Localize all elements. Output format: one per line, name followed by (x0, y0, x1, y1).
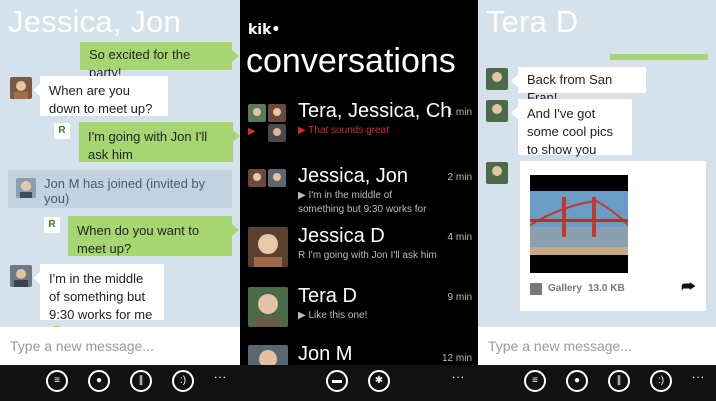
avatar[interactable] (486, 68, 508, 90)
conversation-item[interactable]: ▶ Tera, Jessica, Ch 1 min ▶ That sounds … (248, 100, 478, 160)
app-bar: ▬ ✱ ... (240, 365, 478, 401)
message-input[interactable]: Type a new message... (478, 327, 716, 365)
message-bubble-received[interactable]: And I've got some cool pics to show you … (511, 99, 632, 175)
avatar[interactable] (10, 77, 32, 99)
chat-title: Tera D (486, 4, 579, 39)
conversation-preview-text: I'm in the middle of something but 9:30 … (298, 190, 427, 215)
conversation-name: Jon M (298, 343, 353, 365)
smileys-button[interactable]: ≡ (46, 370, 68, 392)
message-bubble-sent[interactable]: When do you want to meet up? (68, 216, 239, 256)
share-icon[interactable]: ⮫ (681, 279, 696, 297)
image-attachment[interactable]: Gallery 13.0 KB ⮫ (520, 161, 706, 311)
chat-panel-tera-d: Tera D Back from San Fran! And I've got … (478, 0, 716, 401)
message-bubble-sent[interactable]: So excited for the party! (80, 42, 239, 80)
avatar[interactable] (10, 265, 32, 287)
attachment-label: Gallery (548, 283, 582, 294)
conversation-preview-text: That sounds great (308, 125, 389, 136)
avatar[interactable] (486, 162, 508, 184)
conversation-time: 1 min (447, 107, 472, 118)
message-bubble-received[interactable]: I'm in the middle of something but 9:30 … (33, 264, 164, 340)
conversation-preview: ▶ I'm in the middle of something but 9:3… (298, 190, 427, 215)
avatar (248, 287, 288, 327)
conversation-time: 12 min (441, 353, 472, 364)
alert-icon: ▶ (248, 126, 256, 137)
conversation-preview: R I'm going with Jon I'll ask him (298, 250, 437, 261)
new-chat-button[interactable]: ▬ (326, 370, 348, 392)
system-message: Jon M has joined (invited by you) (8, 170, 232, 208)
avatar[interactable] (486, 100, 508, 122)
avatar (248, 104, 266, 122)
conversation-name: Jessica, Jon (298, 165, 409, 187)
contacts-button[interactable]: ● (88, 370, 110, 392)
attach-button[interactable]: ∥ (608, 370, 630, 392)
chat-panel-jessica-jon: Jessica, Jon So excited for the party! W… (0, 0, 240, 401)
conversation-name: Tera D (298, 285, 357, 307)
emoji-button[interactable]: :) (172, 370, 194, 392)
conversation-time: 4 min (447, 232, 472, 243)
chat-title: Jessica, Jon (8, 4, 181, 39)
app-bar: ≡ ● ∥ :) ... (0, 365, 240, 401)
brand-logo: kik• (248, 22, 281, 38)
more-menu-icon[interactable]: ... (214, 367, 227, 381)
avatar (248, 227, 288, 267)
conversation-item[interactable]: Tera D 9 min ▶ Like this one! (248, 285, 478, 345)
attachment-size: 13.0 KB (588, 283, 625, 294)
read-receipt-icon: R (44, 217, 60, 233)
conversation-preview-text: Like this one! (308, 310, 368, 321)
gallery-icon (530, 283, 542, 295)
conversation-preview: ▶ Like this one! (298, 310, 368, 321)
attach-button[interactable]: ∥ (130, 370, 152, 392)
conversations-panel: kik• conversations ▶ Tera, Jessica, Ch 1… (240, 0, 478, 401)
conversation-time: 2 min (447, 172, 472, 183)
contacts-button[interactable]: ● (566, 370, 588, 392)
conversation-name: Tera, Jessica, Ch (298, 100, 452, 122)
emoji-button[interactable]: :) (650, 370, 672, 392)
settings-button[interactable]: ✱ (368, 370, 390, 392)
app-bar: ≡ ● ∥ :) ... (478, 365, 716, 401)
photo-thumbnail[interactable] (529, 175, 629, 273)
message-input[interactable]: Type a new message... (0, 327, 240, 365)
smileys-button[interactable]: ≡ (524, 370, 546, 392)
system-message-text: Jon M has joined (invited by you) (44, 176, 206, 206)
conversation-name: Jessica D (298, 225, 385, 247)
avatar (268, 104, 286, 122)
conversation-preview-text: I'm going with Jon I'll ask him (308, 250, 437, 261)
avatar (268, 169, 286, 187)
sent-bubble-edge (610, 54, 708, 60)
more-menu-icon[interactable]: ... (692, 367, 705, 381)
conversation-preview: ▶ That sounds great (298, 125, 389, 136)
avatar (248, 169, 266, 187)
message-bubble-sent[interactable]: I'm going with Jon I'll ask him (79, 122, 240, 162)
page-title: conversations (246, 42, 456, 80)
avatar (16, 178, 36, 198)
conversation-item[interactable]: Jessica, Jon 2 min ▶ I'm in the middle o… (248, 165, 478, 225)
message-bubble-received[interactable]: Back from San Fran! (511, 67, 646, 105)
avatar (268, 124, 286, 142)
more-menu-icon[interactable]: ... (452, 367, 465, 381)
read-receipt-icon: R (54, 123, 70, 139)
conversation-time: 9 min (447, 292, 472, 303)
message-bubble-received[interactable]: When are you down to meet up? (33, 76, 168, 116)
conversation-item[interactable]: Jessica D 4 min R I'm going with Jon I'l… (248, 225, 478, 285)
